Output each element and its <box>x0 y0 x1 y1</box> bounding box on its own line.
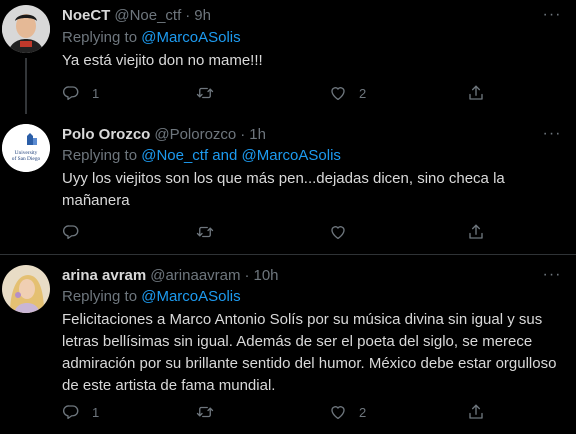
author-handle[interactable]: @Noe_ctf <box>114 7 181 24</box>
heart-icon <box>329 84 347 102</box>
separator-dot: · <box>240 125 246 143</box>
more-options-button[interactable]: ··· <box>542 124 562 144</box>
like-button[interactable] <box>329 222 359 242</box>
heart-icon <box>329 223 347 241</box>
author-handle[interactable]: @Polorozco <box>154 126 236 143</box>
more-icon: ··· <box>542 125 562 142</box>
separator-dot: · <box>244 266 250 284</box>
retweet-icon <box>196 223 214 241</box>
replying-to-label: Replying to <box>62 29 142 46</box>
tweet-text: Felicitaciones a Marco Antonio Solís por… <box>62 311 557 394</box>
tweet-1[interactable]: NoeCT @Noe_ctf · 9h ··· Replying to @Mar… <box>0 0 576 114</box>
svg-text:of San Diego: of San Diego <box>12 155 41 162</box>
timestamp[interactable]: 10h <box>254 267 279 284</box>
replying-to: Replying to @MarcoASolis <box>62 288 241 305</box>
like-count: 2 <box>359 85 367 101</box>
tweet-text: Ya está viejito don no mame!!! <box>62 52 263 69</box>
reply-icon <box>62 84 80 102</box>
more-icon: ··· <box>542 266 562 283</box>
like-count: 2 <box>359 404 367 420</box>
like-button[interactable]: 2 <box>329 402 366 422</box>
tweet-2[interactable]: University of San Diego Polo Orozco @Pol… <box>0 114 576 254</box>
reply-button[interactable]: 1 <box>62 83 99 103</box>
action-bar: 1 2 <box>62 83 502 103</box>
more-options-button[interactable]: ··· <box>542 265 562 285</box>
share-icon <box>467 84 485 102</box>
retweet-icon <box>196 84 214 102</box>
mention-link[interactable]: @MarcoASolis <box>141 29 240 46</box>
replying-to-label: Replying to <box>62 147 142 164</box>
reply-button[interactable]: 1 <box>62 402 99 422</box>
replying-to-label: Replying to <box>62 288 142 305</box>
action-bar <box>62 222 502 242</box>
share-button[interactable] <box>467 83 485 103</box>
retweet-icon <box>196 403 214 421</box>
reply-button[interactable] <box>62 222 92 242</box>
author-handle[interactable]: @arinaavram <box>150 267 240 284</box>
avatar[interactable] <box>2 265 50 313</box>
timestamp[interactable]: 9h <box>194 7 211 24</box>
share-button[interactable] <box>467 402 485 422</box>
tweet-text: Uyy los viejitos son los que más pen...d… <box>62 170 505 209</box>
like-button[interactable]: 2 <box>329 83 366 103</box>
author-name[interactable]: NoeCT <box>62 7 110 24</box>
university-logo-icon: University of San Diego <box>2 124 50 172</box>
share-icon <box>467 223 485 241</box>
avatar[interactable]: University of San Diego <box>2 124 50 172</box>
profile-photo-icon <box>2 5 50 53</box>
mention-link[interactable]: @Noe_ctf and @MarcoASolis <box>141 147 341 164</box>
action-bar: 1 2 <box>62 402 502 422</box>
separator-dot: · <box>185 6 191 24</box>
share-icon <box>467 403 485 421</box>
reply-icon <box>62 403 80 421</box>
tweet-3[interactable]: arina avram @arinaavram · 10h ··· Replyi… <box>0 255 576 434</box>
thread-line <box>25 58 27 114</box>
reply-count: 1 <box>92 404 100 420</box>
replying-to: Replying to @MarcoASolis <box>62 29 241 46</box>
retweet-button[interactable] <box>196 222 214 242</box>
share-button[interactable] <box>467 222 485 242</box>
avatar[interactable] <box>2 5 50 53</box>
reply-count: 1 <box>92 85 100 101</box>
heart-icon <box>329 403 347 421</box>
reply-icon <box>62 223 80 241</box>
profile-photo-icon <box>2 265 50 313</box>
retweet-button[interactable] <box>196 83 214 103</box>
more-options-button[interactable]: ··· <box>542 5 562 25</box>
replying-to: Replying to @Noe_ctf and @MarcoASolis <box>62 147 341 164</box>
more-icon: ··· <box>542 6 562 23</box>
retweet-button[interactable] <box>196 402 214 422</box>
author-name[interactable]: arina avram <box>62 267 146 284</box>
author-name[interactable]: Polo Orozco <box>62 126 150 143</box>
mention-link[interactable]: @MarcoASolis <box>141 288 240 305</box>
timestamp[interactable]: 1h <box>249 126 266 143</box>
